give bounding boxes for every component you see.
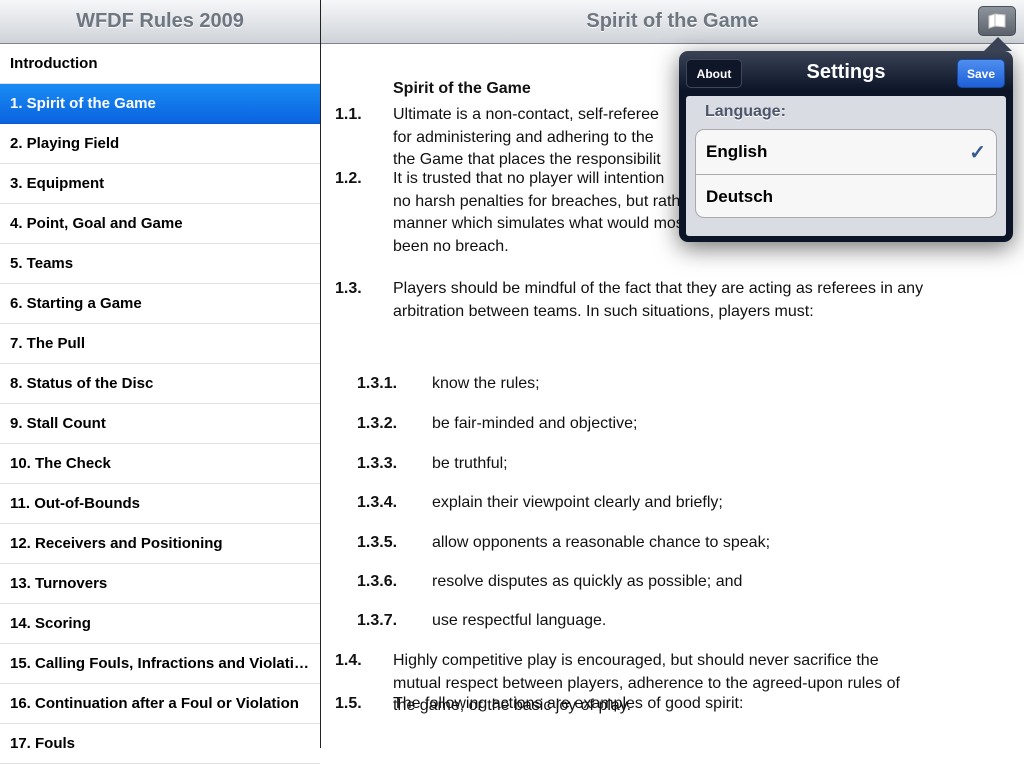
- sidebar-item[interactable]: 2. Playing Field: [0, 124, 320, 164]
- rule-item: 1.3.4. explain their viewpoint clearly an…: [335, 492, 1012, 515]
- rule-number: 1.3.1.: [357, 375, 398, 392]
- rule-text: explain their viewpoint clearly and brie…: [432, 494, 723, 511]
- sidebar-item-label: 7. The Pull: [10, 335, 86, 352]
- language-option[interactable]: Deutsch: [696, 174, 996, 218]
- rule-text: The following actions are examples of go…: [393, 695, 744, 712]
- sidebar-item-label: 2. Playing Field: [10, 135, 120, 152]
- sidebar-item-label: 5. Teams: [10, 255, 74, 272]
- settings-button[interactable]: [978, 6, 1016, 36]
- sidebar-item-label: 9. Stall Count: [10, 415, 106, 432]
- rule-item: 1.3.7. use respectful language.: [335, 610, 1012, 633]
- sidebar-item-label: 13. Turnovers: [10, 575, 108, 592]
- sidebar-item-label: 10. The Check: [10, 455, 111, 472]
- rule-number: 1.3.6.: [357, 573, 398, 590]
- sidebar-item-label: 16. Continuation after a Foul or Violati…: [10, 695, 299, 712]
- settings-popover: Settings About Save Language: English ✓ De…: [679, 37, 1013, 242]
- sidebar-item[interactable]: 15. Calling Fouls, Infractions and Viola…: [0, 644, 320, 684]
- rule-item: 1.3.5. allow opponents a reasonable chanc…: [335, 532, 1012, 555]
- popover-arrow: [984, 37, 1012, 51]
- chapter-list: Introduction 1. Spirit of the Game 2. Play…: [0, 44, 320, 764]
- rule-item: 1.3.6. resolve disputes as quickly as pos…: [335, 571, 1012, 594]
- rule-text: use respectful language.: [432, 612, 607, 629]
- pages-icon: [988, 13, 1006, 29]
- rule-item: 1.3.3. be truthful;: [335, 453, 1012, 476]
- sidebar-item-label: Introduction: [10, 55, 98, 72]
- sidebar-item[interactable]: 4. Point, Goal and Game: [0, 204, 320, 244]
- rule-item: 1.5. The following actions are examples o…: [335, 693, 973, 716]
- sidebar-item[interactable]: 10. The Check: [0, 444, 320, 484]
- rule-number: 1.1.: [335, 106, 362, 123]
- split-divider: [320, 0, 321, 748]
- sidebar-item-label: 11. Out-of-Bounds: [10, 495, 140, 512]
- rule-item: 1.3.2. be fair-minded and objective;: [335, 413, 1012, 436]
- sidebar-item[interactable]: 7. The Pull: [0, 324, 320, 364]
- rule-number: 1.3.7.: [357, 612, 398, 629]
- content-heading: Spirit of the Game: [393, 80, 531, 97]
- rule-number: 1.5.: [335, 695, 362, 712]
- rule-text: know the rules;: [432, 375, 540, 392]
- sidebar-item[interactable]: 5. Teams: [0, 244, 320, 284]
- language-option-label: Deutsch: [706, 186, 774, 206]
- language-option[interactable]: English ✓: [696, 130, 996, 174]
- save-button[interactable]: Save: [957, 59, 1005, 88]
- sidebar-item-label: 4. Point, Goal and Game: [10, 215, 183, 232]
- rule-number: 1.3.2.: [357, 415, 398, 432]
- sidebar-item[interactable]: 16. Continuation after a Foul or Violati…: [0, 684, 320, 724]
- sidebar-item-label: 15. Calling Fouls, Infractions and Viola…: [10, 655, 320, 672]
- rule-number: 1.3.3.: [357, 455, 398, 472]
- sidebar-item-label: 6. Starting a Game: [10, 295, 142, 312]
- sidebar-item[interactable]: 17. Fouls: [0, 724, 320, 764]
- rule-item: 1.3.1. know the rules;: [335, 373, 1012, 396]
- sidebar-item[interactable]: 12. Receivers and Positioning: [0, 524, 320, 564]
- rule-number: 1.3.5.: [357, 534, 398, 551]
- sidebar-item[interactable]: 9. Stall Count: [0, 404, 320, 444]
- rule-number: 1.3.: [335, 280, 362, 297]
- sidebar-item[interactable]: 1. Spirit of the Game: [0, 84, 320, 124]
- sidebar-item-label: 12. Receivers and Positioning: [10, 535, 223, 552]
- sidebar-item[interactable]: 13. Turnovers: [0, 564, 320, 604]
- sidebar-item-label: 8. Status of the Disc: [10, 375, 154, 392]
- sidebar-item-label: 1. Spirit of the Game: [10, 95, 156, 112]
- sidebar-item-label: 14. Scoring: [10, 615, 91, 632]
- language-options: English ✓ Deutsch: [695, 129, 997, 218]
- rule-text: resolve disputes as quickly as possible;…: [432, 573, 743, 590]
- sidebar-item-label: 17. Fouls: [10, 735, 76, 752]
- rule-number: 1.2.: [335, 170, 362, 187]
- sidebar-item[interactable]: 8. Status of the Disc: [0, 364, 320, 404]
- checkmark-icon: ✓: [969, 141, 986, 164]
- rule-text: allow opponents a reasonable chance to s…: [432, 534, 771, 551]
- sidebar-item[interactable]: Introduction: [0, 44, 320, 84]
- sidebar-item[interactable]: 3. Equipment: [0, 164, 320, 204]
- sidebar-item[interactable]: 6. Starting a Game: [0, 284, 320, 324]
- page-title: Spirit of the Game: [321, 0, 1024, 44]
- rule-text: be fair-minded and objective;: [432, 415, 638, 432]
- about-button[interactable]: About: [686, 59, 742, 88]
- sidebar-item[interactable]: 11. Out-of-Bounds: [0, 484, 320, 524]
- sidebar-title: WFDF Rules 2009: [0, 0, 320, 44]
- sidebar-item[interactable]: 14. Scoring: [0, 604, 320, 644]
- sidebar-item-label: 3. Equipment: [10, 175, 105, 192]
- rule-text: be truthful;: [432, 455, 508, 472]
- rule-text: Players should be mindful of the fact th…: [393, 280, 924, 320]
- language-label: Language:: [705, 103, 786, 120]
- language-option-label: English: [706, 142, 768, 161]
- rule-number: 1.3.4.: [357, 494, 398, 511]
- rule-item: 1.3. Players should be mindful of the fac…: [335, 278, 973, 323]
